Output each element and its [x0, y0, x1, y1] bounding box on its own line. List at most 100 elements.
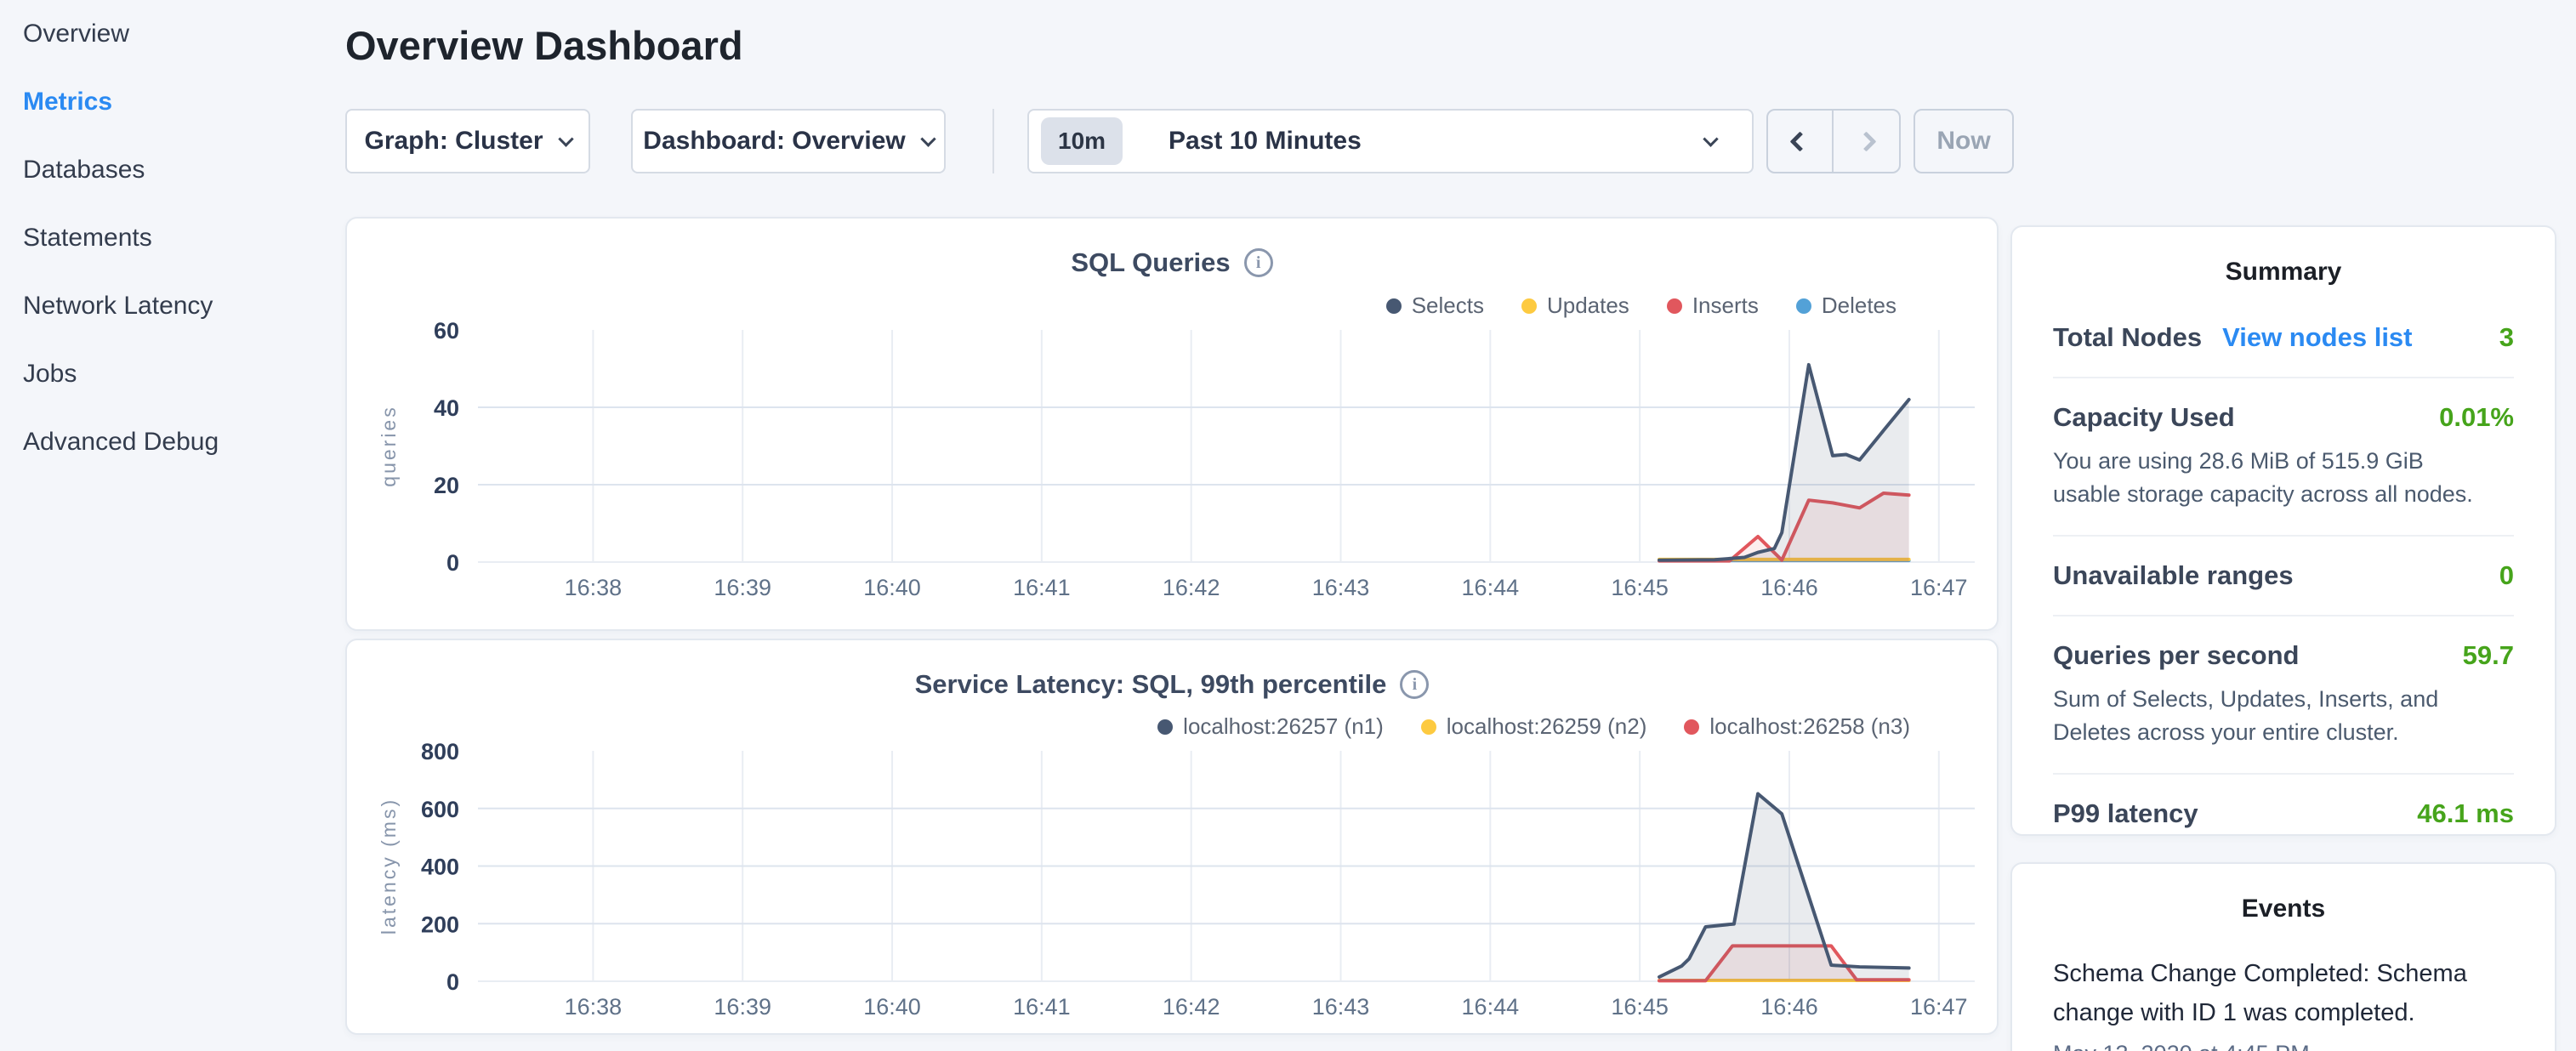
queries-per-second-description: Sum of Selects, Updates, Inserts, and De… [2053, 683, 2495, 749]
graph-dropdown[interactable]: Graph: Cluster [345, 109, 590, 173]
legend-label: localhost:26257 (n1) [1183, 713, 1384, 740]
sql-queries-chart-card: SQL Queries i Selects Updates Inserts Delet… [345, 217, 1999, 631]
sidebar-item-network-latency[interactable]: Network Latency [23, 272, 345, 340]
x-tick-label: 16:38 [565, 575, 623, 600]
x-tick-label: 16:38 [565, 994, 623, 1020]
view-nodes-list-link[interactable]: View nodes list [2222, 322, 2412, 353]
x-tick-label: 16:40 [863, 994, 921, 1020]
events-heading: Events [2053, 895, 2514, 923]
y-tick-label: 0 [446, 550, 459, 576]
x-tick-label: 16:43 [1312, 575, 1370, 600]
chevron-left-icon [1789, 131, 1810, 151]
y-axis-label: latency (ms) [378, 798, 400, 935]
legend-label: localhost:26259 (n2) [1447, 713, 1647, 740]
legend-item[interactable]: localhost:26258 (n3) [1684, 713, 1910, 740]
time-range-dropdown[interactable]: 10m Past 10 Minutes [1027, 109, 1754, 173]
chevron-down-icon [558, 131, 573, 146]
x-tick-label: 16:45 [1611, 994, 1669, 1020]
y-axis-label: queries [378, 405, 400, 486]
sidebar-item-advanced-debug[interactable]: Advanced Debug [23, 408, 345, 476]
legend-item[interactable]: localhost:26257 (n1) [1157, 713, 1384, 740]
dashboard-dropdown[interactable]: Dashboard: Overview [631, 109, 946, 173]
summary-panel: Summary Total Nodes View nodes list 3 Ca… [2010, 225, 2556, 836]
total-nodes-value: 3 [2499, 322, 2514, 353]
next-time-button[interactable] [1834, 111, 1899, 172]
x-tick-label: 16:39 [714, 994, 771, 1020]
queries-per-second-label: Queries per second [2053, 640, 2299, 671]
summary-row-total-nodes: Total Nodes View nodes list 3 [2053, 298, 2514, 378]
summary-heading: Summary [2053, 258, 2514, 287]
x-tick-label: 16:47 [1910, 575, 1968, 600]
now-button[interactable]: Now [1914, 109, 2014, 173]
queries-per-second-value: 59.7 [2463, 640, 2514, 671]
sidebar: Overview Metrics Databases Statements Ne… [0, 0, 345, 476]
event-item-timestamp: May 13, 2020 at 4:45 PM [2053, 1041, 2514, 1051]
legend-dot-icon [1157, 719, 1173, 735]
sidebar-item-overview[interactable]: Overview [23, 0, 345, 68]
capacity-used-description: You are using 28.6 MiB of 515.9 GiB usab… [2053, 445, 2495, 511]
p99-latency-value: 46.1 ms [2417, 798, 2514, 829]
x-tick-label: 16:44 [1462, 994, 1520, 1020]
legend-dot-icon [1521, 298, 1537, 314]
x-tick-label: 16:44 [1462, 575, 1520, 600]
event-item-text[interactable]: Schema Change Completed: Schema change w… [2053, 954, 2478, 1032]
legend-label: Selects [1412, 293, 1484, 319]
p99-latency-label: P99 latency [2053, 798, 2198, 829]
x-tick-label: 16:42 [1163, 575, 1220, 600]
legend-dot-icon [1421, 719, 1436, 735]
legend-item[interactable]: localhost:26259 (n2) [1421, 713, 1647, 740]
sidebar-item-statements[interactable]: Statements [23, 204, 345, 272]
capacity-used-label: Capacity Used [2053, 402, 2235, 433]
legend-label: Updates [1547, 293, 1629, 319]
summary-row-p99: P99 latency 46.1 ms [2053, 775, 2514, 836]
sql-queries-chart[interactable]: 16:3816:3916:4016:4116:4216:4316:4416:45… [347, 330, 2000, 600]
y-tick-label: 200 [421, 912, 459, 937]
x-tick-label: 16:45 [1611, 575, 1669, 600]
summary-row-capacity: Capacity Used 0.01% You are using 28.6 M… [2053, 378, 2514, 537]
x-tick-label: 16:42 [1163, 994, 1220, 1020]
legend-label: Deletes [1822, 293, 1896, 319]
page-title: Overview Dashboard [345, 22, 743, 70]
x-tick-label: 16:46 [1760, 994, 1818, 1020]
dashboard-dropdown-label: Dashboard: Overview [643, 127, 905, 156]
time-pager [1766, 109, 1901, 173]
time-range-label: Past 10 Minutes [1169, 127, 1362, 156]
chart-legend: Selects Updates Inserts Deletes [1386, 293, 1896, 319]
y-tick-label: 400 [421, 855, 459, 880]
y-tick-label: 20 [434, 473, 459, 498]
y-tick-label: 60 [434, 318, 459, 344]
y-tick-label: 40 [434, 395, 459, 421]
x-tick-label: 16:43 [1312, 994, 1370, 1020]
total-nodes-label: Total Nodes [2053, 322, 2202, 353]
legend-item[interactable]: Deletes [1796, 293, 1896, 319]
info-icon[interactable]: i [1400, 670, 1429, 699]
legend-dot-icon [1796, 298, 1811, 314]
legend-item[interactable]: Selects [1386, 293, 1484, 319]
chart-legend: localhost:26257 (n1) localhost:26259 (n2)… [1157, 713, 1910, 740]
info-icon[interactable]: i [1244, 248, 1273, 277]
chart-title-service-latency: Service Latency: SQL, 99th percentile [915, 669, 1387, 700]
service-latency-chart[interactable]: 16:38 16:39 16:40 16:41 16:42 16:43 16:44 16:45… [347, 751, 2000, 1020]
y-tick-label: 0 [446, 969, 459, 995]
x-tick-label: 16:46 [1760, 575, 1818, 600]
summary-row-qps: Queries per second 59.7 Sum of Selects, … [2053, 616, 2514, 775]
y-tick-label: 600 [421, 797, 459, 822]
legend-item[interactable]: Inserts [1667, 293, 1759, 319]
prev-time-button[interactable] [1768, 111, 1834, 172]
service-latency-chart-card: Service Latency: SQL, 99th percentile i … [345, 639, 1999, 1035]
legend-label: Inserts [1692, 293, 1759, 319]
chart-title-sql-queries: SQL Queries [1071, 247, 1230, 278]
toolbar: Graph: Cluster Dashboard: Overview 10m P… [345, 109, 2014, 173]
x-tick-label: 16:47 [1910, 994, 1968, 1020]
legend-item[interactable]: Updates [1521, 293, 1629, 319]
events-panel: Events Schema Change Completed: Schema c… [2010, 862, 2556, 1051]
unavailable-ranges-label: Unavailable ranges [2053, 560, 2294, 591]
sidebar-item-metrics[interactable]: Metrics [23, 68, 345, 136]
x-tick-label: 16:39 [714, 575, 771, 600]
x-tick-label: 16:41 [1013, 994, 1071, 1020]
sidebar-item-jobs[interactable]: Jobs [23, 340, 345, 408]
y-tick-label: 800 [421, 739, 459, 764]
toolbar-divider [992, 109, 994, 173]
legend-label: localhost:26258 (n3) [1709, 713, 1910, 740]
sidebar-item-databases[interactable]: Databases [23, 136, 345, 204]
